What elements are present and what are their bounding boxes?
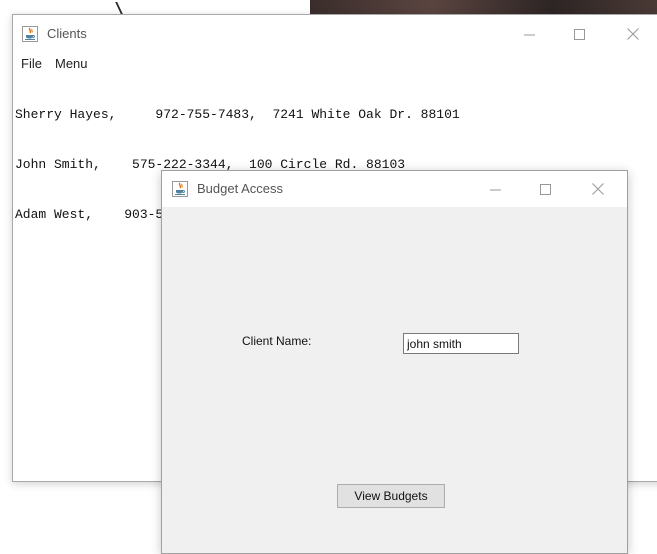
minimize-button[interactable]: [506, 15, 552, 53]
client-line: Sherry Hayes, 972-755-7483, 7241 White O…: [15, 107, 460, 122]
menu-file[interactable]: File: [21, 56, 42, 71]
dialog-close-button[interactable]: [575, 171, 621, 207]
client-name-input[interactable]: [403, 333, 519, 354]
close-icon: [592, 183, 604, 195]
dialog-minimize-button[interactable]: [472, 171, 518, 207]
maximize-icon: [539, 183, 551, 195]
client-name-label: Client Name:: [242, 334, 312, 348]
minimize-icon: [523, 34, 535, 35]
dialog-maximize-button[interactable]: [522, 171, 568, 207]
maximize-icon: [573, 28, 585, 40]
close-icon: [627, 28, 639, 40]
budget-access-window: Budget Access Client Name: View Budgets: [161, 170, 628, 554]
dialog-title: Budget Access: [197, 181, 283, 196]
java-icon: [172, 181, 188, 197]
menu-menu[interactable]: Menu: [55, 56, 88, 71]
java-icon: [22, 26, 38, 42]
window-title: Clients: [47, 26, 87, 41]
minimize-icon: [489, 189, 501, 190]
close-button[interactable]: [610, 15, 656, 53]
view-budgets-button[interactable]: View Budgets: [337, 484, 445, 508]
maximize-button[interactable]: [556, 15, 602, 53]
desktop-wallpaper: [310, 0, 657, 14]
budget-titlebar[interactable]: Budget Access: [162, 171, 627, 207]
clients-titlebar[interactable]: Clients: [13, 15, 657, 53]
menu-bar: File Menu: [13, 53, 657, 74]
